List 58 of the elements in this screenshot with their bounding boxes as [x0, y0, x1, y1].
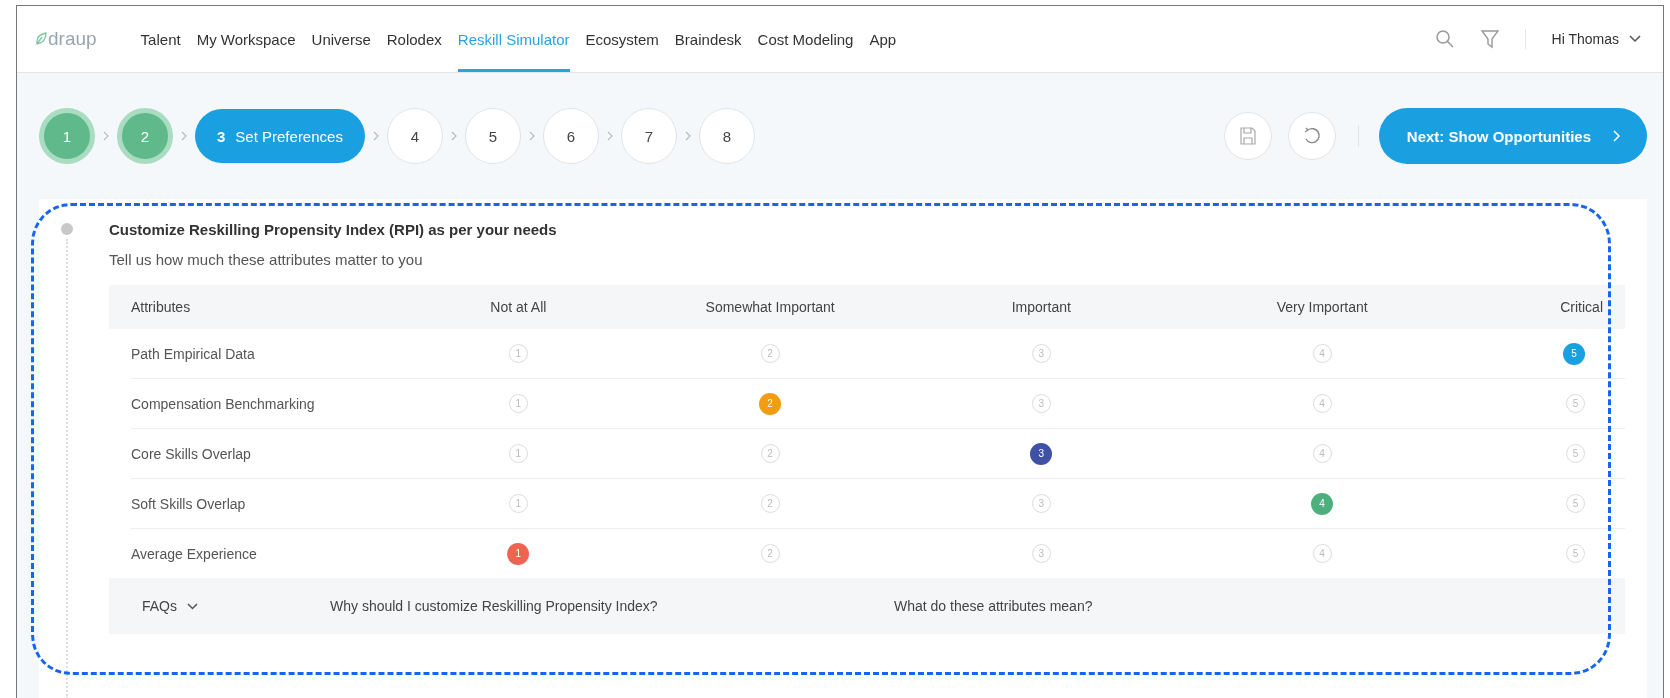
column-header: Attributes	[131, 299, 192, 315]
faq-link[interactable]: What do these attributes mean?	[894, 598, 1458, 614]
chevron-right-icon	[372, 131, 379, 141]
step-indicator[interactable]: 3 Set Preferences	[195, 109, 365, 163]
chevron-right-icon	[684, 131, 691, 141]
chevron-down-icon[interactable]	[1629, 35, 1641, 43]
nav-tab[interactable]: Cost Modeling	[757, 6, 854, 72]
next-button[interactable]: Next: Show Opportunities	[1378, 108, 1647, 164]
user-menu[interactable]: Hi Thomas	[1551, 31, 1619, 47]
rating-option[interactable]: 2	[759, 392, 782, 415]
column-header: Somewhat Important	[704, 299, 836, 315]
attribute-name: Core Skills Overlap	[131, 445, 252, 462]
step-indicator[interactable]: 5	[464, 108, 521, 164]
nav-tab[interactable]: Braindesk	[674, 6, 742, 72]
nav-tab[interactable]: Universe	[311, 6, 371, 72]
chevron-right-icon	[450, 131, 457, 141]
nav-tab[interactable]: Talent	[140, 6, 181, 72]
section-subtitle: Tell us how much these attributes matter to you	[109, 251, 424, 268]
attribute-name: Compensation Benchmarking	[131, 395, 316, 412]
rating-option[interactable]: 5	[1563, 342, 1585, 365]
logo[interactable]: draup	[48, 28, 97, 50]
refresh-icon	[1302, 127, 1321, 145]
filter-icon[interactable]	[1480, 29, 1499, 49]
step-indicator[interactable]: 1	[39, 108, 95, 164]
step-indicator[interactable]: 4	[386, 108, 443, 164]
search-icon[interactable]	[1434, 29, 1455, 49]
chevron-right-icon	[1613, 130, 1621, 142]
rating-option[interactable]: 1	[507, 542, 530, 565]
chevron-down-icon	[187, 602, 198, 610]
step-indicator[interactable]: 6	[542, 108, 599, 164]
reset-button[interactable]	[1287, 112, 1336, 160]
nav-tab[interactable]: Rolodex	[386, 6, 442, 72]
step-indicator[interactable]: 7	[620, 108, 677, 164]
attribute-name: Average Experience	[131, 545, 258, 562]
rating-option[interactable]: 4	[1311, 492, 1334, 515]
nav-tab[interactable]: Reskill Simulator	[457, 6, 570, 72]
nav-tab[interactable]: My Workspace	[196, 6, 296, 72]
step-indicator[interactable]: 8	[698, 108, 755, 164]
chevron-right-icon	[528, 131, 535, 141]
leaf-icon	[35, 32, 47, 46]
save-button[interactable]	[1223, 112, 1272, 160]
attribute-name: Soft Skills Overlap	[131, 495, 247, 512]
chevron-right-icon	[103, 131, 109, 141]
timeline-dot	[61, 223, 73, 235]
faq-toggle[interactable]: FAQs	[142, 598, 330, 614]
attribute-name: Path Empirical Data	[131, 345, 256, 362]
column-header: Not at All	[489, 299, 548, 315]
nav-tab[interactable]: App	[869, 6, 897, 72]
column-header: Critical	[1559, 299, 1603, 315]
column-header: Very Important	[1275, 299, 1369, 315]
chevron-right-icon	[181, 131, 187, 141]
chevron-right-icon	[606, 131, 613, 141]
section-title: Customize Reskilling Propensity Index (RPI) as per your needs	[109, 221, 558, 238]
step-indicator[interactable]: 2	[117, 108, 173, 164]
nav-tab[interactable]: Ecosystem	[585, 6, 659, 72]
rating-option[interactable]: 3	[1030, 442, 1053, 465]
column-header: Important	[1010, 299, 1072, 315]
faq-link[interactable]: Why should I customize Reskilling Propensity Index?	[330, 598, 894, 614]
